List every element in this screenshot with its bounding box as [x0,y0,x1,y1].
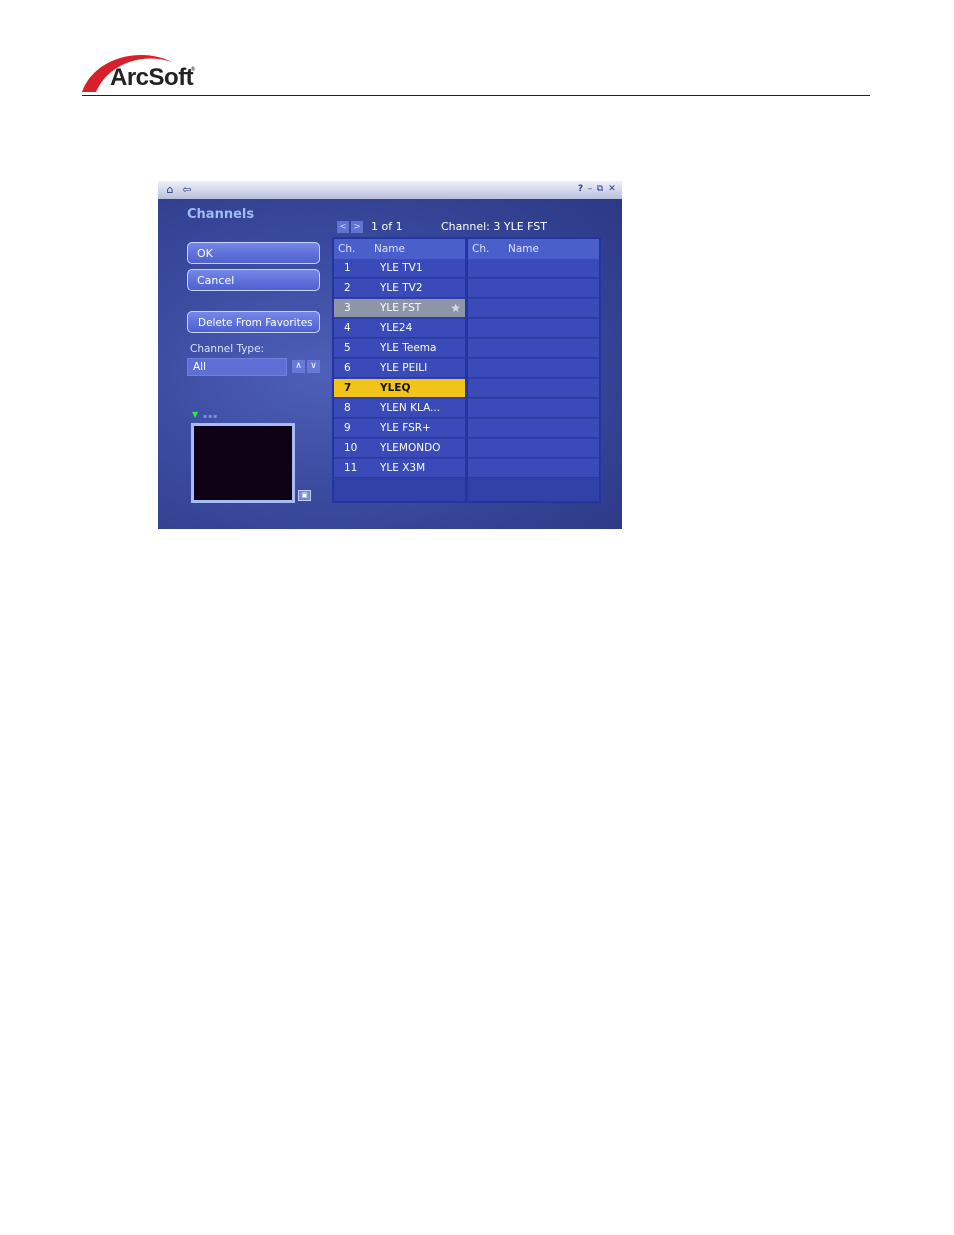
empty-row[interactable] [468,439,599,458]
empty-row[interactable] [468,379,599,398]
channel-number: 2 [344,282,351,294]
channel-number: 7 [344,382,352,394]
empty-row[interactable] [468,259,599,278]
chevron-up-icon[interactable]: ∧ [292,360,305,373]
column-name: Name [508,243,539,255]
column-ch: Ch. [338,243,356,255]
channel-name: YLE TV1 [380,262,423,274]
channel-name: YLE24 [380,322,413,334]
empty-row[interactable] [468,359,599,378]
favorites-list: Ch. Name [466,237,601,503]
close-icon[interactable]: ✕ [607,183,617,196]
channel-row[interactable]: 10 YLEMONDO [334,439,465,458]
empty-row[interactable] [468,339,599,358]
channel-number: 10 [344,442,358,454]
channel-row-highlighted[interactable]: 7 YLEQ [334,379,465,398]
prev-page-button[interactable]: < [337,221,349,233]
next-page-button[interactable]: > [351,221,363,233]
empty-row[interactable] [468,279,599,298]
page-title: Channels [187,207,255,222]
channel-name: YLEMONDO [380,442,441,454]
channel-number: 1 [344,262,351,274]
empty-row[interactable] [468,459,599,478]
minimize-icon[interactable]: – [586,183,594,196]
channel-row[interactable]: 6 YLE PEILI [334,359,465,378]
channel-name: YLE TV2 [380,282,423,294]
back-arrow-icon[interactable]: ⇦ [180,183,194,196]
channel-name: YLEN KLA... [380,402,441,414]
channel-number: 11 [344,462,358,474]
channel-row[interactable]: 11 YLE X3M [334,459,465,478]
tv-preview [191,423,295,503]
brand-name: ArcSoft [110,64,194,91]
column-name: Name [374,243,405,255]
channel-row[interactable]: 8 YLEN KLA... [334,399,465,418]
channel-number: 9 [344,422,351,434]
channel-name: YLE FSR+ [380,422,431,434]
channel-number: 8 [344,402,351,414]
channel-type-label: Channel Type: [190,343,265,355]
registered-mark: ® [190,66,196,73]
column-ch: Ch. [472,243,490,255]
list-header: Ch. Name [468,239,599,259]
empty-row[interactable] [468,319,599,338]
channel-row[interactable]: 2 YLE TV2 [334,279,465,298]
page-count: 1 of 1 [371,220,403,233]
channel-name: YLE FST [380,302,422,314]
chevron-down-icon[interactable]: ∨ [307,360,320,373]
channel-type-select[interactable]: All [187,358,287,376]
channel-row[interactable]: 4 YLE24 [334,319,465,338]
channel-name: YLEQ [380,382,411,394]
header-divider [82,95,870,96]
channel-row[interactable]: 1 YLE TV1 [334,259,465,278]
fullscreen-icon[interactable]: ▣ [298,490,311,501]
signal-bars: ▪▪▪ [203,413,219,420]
ok-button[interactable]: OK [187,242,320,264]
channel-name: YLE PEILI [380,362,428,374]
channel-row[interactable]: 5 YLE Teema [334,339,465,358]
restore-icon[interactable]: ⧉ [595,183,605,196]
channel-number: 3 [344,302,351,314]
all-channels-list: Ch. Name 1 YLE TV1 2 YLE TV2 3 YLE FST ★ 4 YL… [332,237,467,503]
signal-strength-icon: ▼ [192,410,199,419]
channels-window: ⌂ ⇦ ? – ⧉ ✕ Channels OK Cancel Delete Fr… [158,181,622,529]
delete-from-favorites-button[interactable]: Delete From Favorites [187,311,320,333]
empty-row[interactable] [468,299,599,318]
channel-name: YLE Teema [380,342,437,354]
channel-number: 5 [344,342,351,354]
help-icon[interactable]: ? [576,183,585,196]
channel-number: 6 [344,362,351,374]
home-icon[interactable]: ⌂ [163,183,177,196]
channel-row-selected[interactable]: 3 YLE FST ★ [334,299,465,318]
list-header: Ch. Name [334,239,465,259]
title-bar: ⌂ ⇦ ? – ⧉ ✕ [158,181,622,199]
cancel-button[interactable]: Cancel [187,269,320,291]
channel-number: 4 [344,322,351,334]
favorite-star-icon[interactable]: ★ [450,301,461,315]
channel-row[interactable]: 9 YLE FSR+ [334,419,465,438]
channel-name: YLE X3M [380,462,426,474]
current-channel-label: Channel: 3 YLE FST [441,220,547,233]
empty-row[interactable] [468,399,599,418]
empty-row[interactable] [468,419,599,438]
